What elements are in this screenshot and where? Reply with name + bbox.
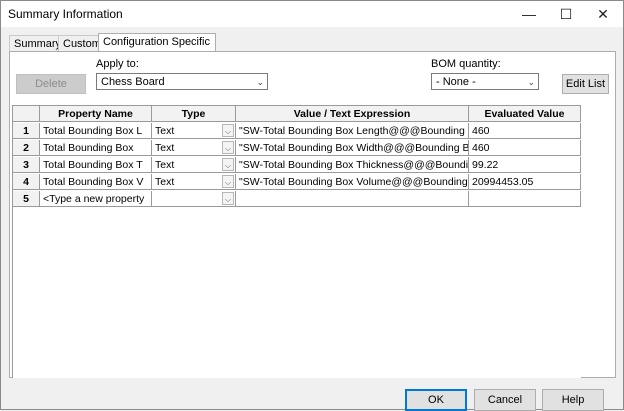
maximize-icon[interactable]: ☐ bbox=[548, 1, 584, 27]
properties-table: Property Name Type Value / Text Expressi… bbox=[12, 105, 581, 378]
type-cell[interactable]: Text ⌵ bbox=[152, 123, 236, 139]
property-name-cell[interactable]: Total Bounding Box T bbox=[40, 157, 152, 173]
value-cell[interactable] bbox=[236, 191, 469, 207]
corner-cell bbox=[13, 106, 40, 122]
chevron-down-icon[interactable]: ⌵ bbox=[222, 124, 234, 137]
row-number[interactable]: 5 bbox=[13, 191, 40, 207]
type-value: Text bbox=[155, 159, 175, 171]
type-cell[interactable]: Text ⌵ bbox=[152, 174, 236, 190]
type-cell[interactable]: Text ⌵ bbox=[152, 157, 236, 173]
evaluated-value-cell bbox=[469, 191, 581, 207]
chevron-down-icon: ⌄ bbox=[527, 77, 535, 87]
chevron-down-icon[interactable]: ⌵ bbox=[222, 175, 234, 188]
row-number[interactable]: 1 bbox=[13, 123, 40, 139]
type-value: Text bbox=[155, 125, 175, 137]
chevron-down-icon[interactable]: ⌵ bbox=[222, 141, 234, 154]
ok-button[interactable]: OK bbox=[405, 389, 467, 411]
dialog-footer: OK Cancel Help bbox=[1, 389, 623, 411]
chevron-down-icon: ⌄ bbox=[256, 77, 264, 87]
column-header[interactable]: Value / Text Expression bbox=[236, 106, 469, 122]
row-number[interactable]: 2 bbox=[13, 140, 40, 156]
bom-quantity-select[interactable]: - None - ⌄ bbox=[431, 73, 539, 90]
tab-configuration-specific[interactable]: Configuration Specific bbox=[98, 33, 216, 53]
type-value: Text bbox=[155, 176, 175, 188]
property-name-cell[interactable]: Total Bounding Box V bbox=[40, 174, 152, 190]
value-cell[interactable]: "SW-Total Bounding Box Length@@@Bounding… bbox=[236, 123, 469, 139]
type-cell[interactable]: ⌵ bbox=[152, 191, 236, 207]
new-property-cell[interactable]: <Type a new property bbox=[40, 191, 152, 207]
minimize-icon[interactable]: — bbox=[511, 1, 547, 27]
edit-list-button[interactable]: Edit List bbox=[562, 74, 609, 94]
help-button[interactable]: Help bbox=[542, 389, 604, 411]
chevron-down-icon[interactable]: ⌵ bbox=[222, 158, 234, 171]
tab-summary[interactable]: Summary bbox=[9, 35, 63, 52]
value-cell[interactable]: "SW-Total Bounding Box Volume@@@Bounding bbox=[236, 174, 469, 190]
type-value: Text bbox=[155, 142, 175, 154]
evaluated-value-cell: 460 bbox=[469, 123, 581, 139]
bom-quantity-value: - None - bbox=[436, 76, 476, 88]
type-cell[interactable]: Text ⌵ bbox=[152, 140, 236, 156]
chevron-down-icon[interactable]: ⌵ bbox=[222, 192, 234, 205]
apply-to-select[interactable]: Chess Board ⌄ bbox=[96, 73, 268, 90]
column-header[interactable]: Property Name bbox=[40, 106, 152, 122]
value-cell[interactable]: "SW-Total Bounding Box Width@@@Bounding … bbox=[236, 140, 469, 156]
tab-custom[interactable]: Custom bbox=[58, 35, 103, 52]
property-name-cell[interactable]: Total Bounding Box bbox=[40, 140, 152, 156]
row-number[interactable]: 3 bbox=[13, 157, 40, 173]
evaluated-value-cell: 20994453.05 bbox=[469, 174, 581, 190]
bom-quantity-label: BOM quantity: bbox=[431, 58, 501, 70]
close-icon[interactable]: ✕ bbox=[585, 1, 621, 27]
property-name-cell[interactable]: Total Bounding Box L bbox=[40, 123, 152, 139]
evaluated-value-cell: 99.22 bbox=[469, 157, 581, 173]
title-bar: Summary Information — ☐ ✕ bbox=[1, 1, 623, 27]
cancel-button[interactable]: Cancel bbox=[474, 389, 536, 411]
window-title: Summary Information bbox=[8, 7, 123, 21]
apply-to-label: Apply to: bbox=[96, 58, 139, 70]
row-number[interactable]: 4 bbox=[13, 174, 40, 190]
summary-information-dialog: Summary Information — ☐ ✕ Summary Custom… bbox=[0, 0, 624, 411]
evaluated-value-cell: 460 bbox=[469, 140, 581, 156]
apply-to-value: Chess Board bbox=[101, 76, 165, 88]
delete-button[interactable]: Delete bbox=[16, 74, 86, 94]
column-header[interactable]: Type bbox=[152, 106, 236, 122]
column-header[interactable]: Evaluated Value bbox=[469, 106, 581, 122]
value-cell[interactable]: "SW-Total Bounding Box Thickness@@@Bound… bbox=[236, 157, 469, 173]
